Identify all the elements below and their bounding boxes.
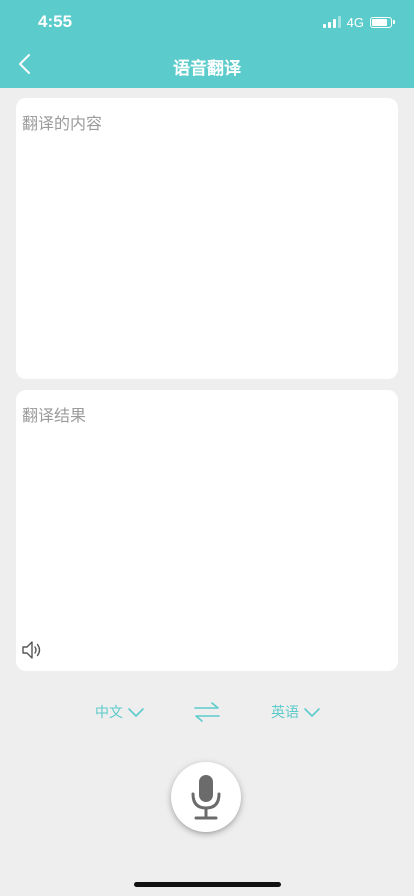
- speaker-icon: [22, 641, 41, 659]
- translation-screen: 4:55 4G 语音翻译 翻译结果: [0, 0, 414, 896]
- home-indicator: [134, 882, 281, 887]
- chevron-down-icon: [128, 708, 144, 717]
- battery-icon: [370, 16, 395, 28]
- signal-icon: [322, 16, 341, 28]
- language-selector-row: 中文 英语: [0, 698, 414, 728]
- source-text-card: [16, 98, 398, 379]
- status-indicators: 4G: [322, 14, 395, 30]
- chevron-down-icon: [304, 708, 320, 717]
- source-text-input[interactable]: [16, 98, 398, 379]
- microphone-button[interactable]: [173, 764, 239, 830]
- swap-languages-button[interactable]: [193, 700, 221, 724]
- status-time: 4:55: [38, 12, 73, 31]
- result-text-card: 翻译结果: [16, 390, 398, 671]
- header: 4:55 4G 语音翻译: [0, 0, 414, 88]
- target-language-select[interactable]: 英语: [271, 702, 321, 722]
- speaker-button[interactable]: [20, 638, 46, 662]
- page-title: 语音翻译: [173, 59, 241, 79]
- source-language-select[interactable]: 中文: [95, 702, 145, 722]
- swap-arrows-icon: [194, 702, 220, 722]
- target-language-label: 英语: [271, 705, 299, 721]
- microphone-icon: [191, 775, 221, 820]
- source-language-label: 中文: [95, 705, 123, 721]
- network-type: 4G: [346, 14, 364, 30]
- result-text: 翻译结果: [22, 406, 87, 425]
